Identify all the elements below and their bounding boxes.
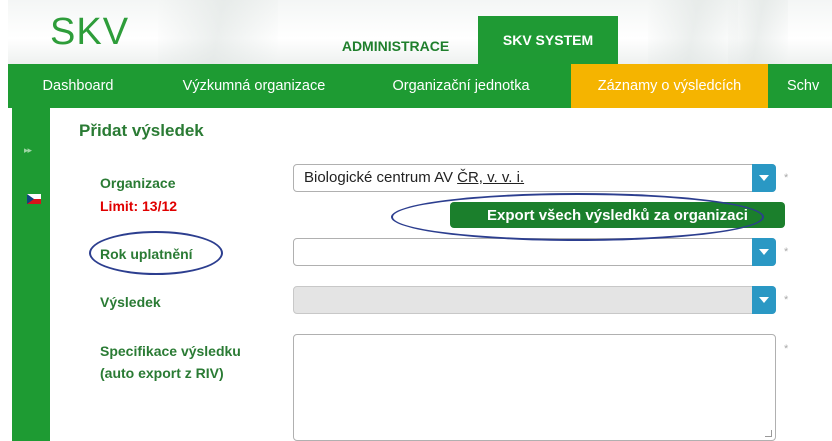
app-logo[interactable]: SKV — [50, 12, 129, 52]
rok-uplatneni-label: Rok uplatnění — [100, 246, 193, 262]
tab-administrace[interactable]: ADMINISTRACE — [325, 28, 466, 64]
chevron-down-icon[interactable] — [752, 164, 776, 192]
rok-uplatneni-select[interactable] — [293, 238, 776, 266]
czech-flag-icon[interactable] — [27, 194, 41, 204]
organizace-select[interactable]: Biologické centrum AV ČR, v. v. i. — [293, 164, 776, 192]
chevron-down-icon[interactable] — [752, 286, 776, 314]
page: SKV ADMINISTRACE SKV SYSTEM Dashboard Vý… — [8, 0, 832, 441]
sidebar: ▸▸ — [12, 108, 50, 441]
required-star: * — [784, 246, 789, 258]
organizace-label: Organizace — [100, 175, 176, 191]
vysledek-select[interactable] — [293, 286, 776, 314]
tab-skv-system[interactable]: SKV SYSTEM — [478, 16, 618, 64]
specifikace-textarea[interactable] — [293, 334, 776, 441]
required-star: * — [784, 343, 789, 355]
specifikace-label: Specifikace výsledku — [100, 343, 241, 359]
nav-item-dashboard[interactable]: Dashboard — [8, 64, 148, 108]
specifikace-sublabel: (auto export z RIV) — [100, 365, 224, 381]
nav-item-vyzkumna-organizace[interactable]: Výzkumná organizace — [160, 64, 348, 108]
required-star: * — [784, 172, 789, 184]
double-chevron-right-icon[interactable]: ▸▸ — [24, 145, 32, 156]
required-star: * — [784, 294, 789, 306]
vysledek-label: Výsledek — [100, 294, 161, 310]
limit-text: Limit: 13/12 — [100, 198, 178, 214]
main-nav: Dashboard Výzkumná organizace Organizačn… — [8, 64, 832, 108]
export-all-results-button[interactable]: Export všech výsledků za organizaci — [450, 202, 785, 228]
nav-item-organizacni-jednotka[interactable]: Organizační jednotka — [366, 64, 556, 108]
nav-item-schvalovani[interactable]: Schv — [787, 64, 832, 108]
nav-item-zaznamy-o-vysledcich[interactable]: Záznamy o výsledcích — [571, 64, 768, 108]
organizace-value: Biologické centrum AV ČR, v. v. i. — [304, 169, 525, 186]
page-title: Přidat výsledek — [79, 121, 204, 140]
top-header: SKV ADMINISTRACE SKV SYSTEM — [8, 0, 832, 64]
chevron-down-icon[interactable] — [752, 238, 776, 266]
